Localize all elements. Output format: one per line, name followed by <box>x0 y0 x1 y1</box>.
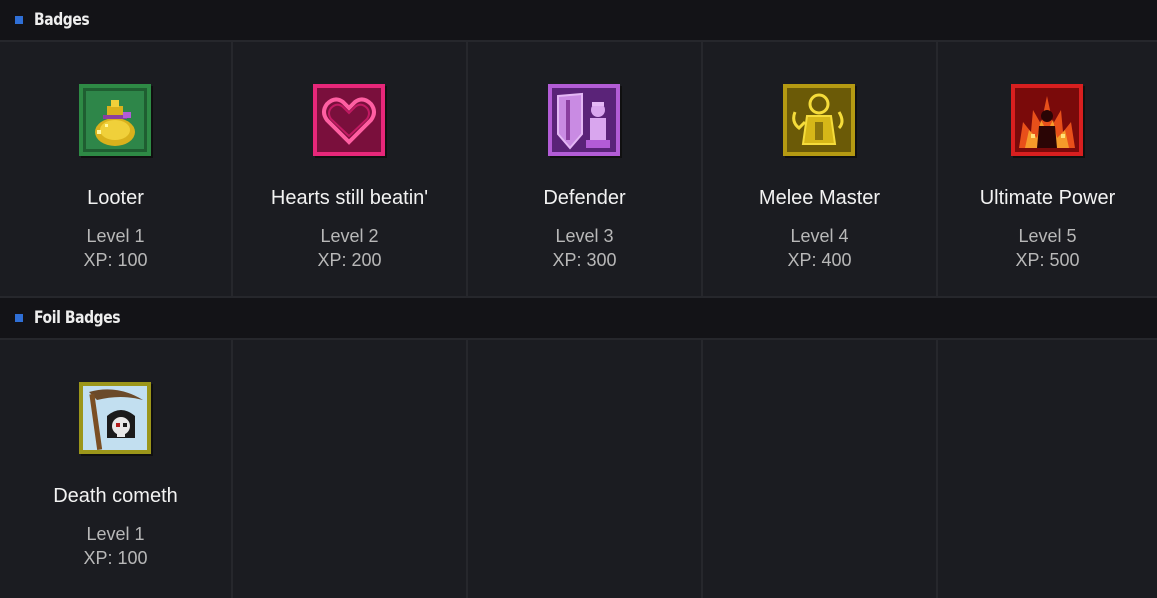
badge-xp: XP: 100 <box>83 548 148 568</box>
badge-card-defender[interactable]: Defender Level 3 XP: 300 <box>468 42 703 296</box>
badge-name: Death cometh <box>53 485 178 507</box>
section-title: Badges <box>34 10 90 30</box>
badge-level: Level 2 <box>320 226 379 246</box>
skull-scythe-icon <box>77 380 155 458</box>
section-marker-icon <box>15 16 23 24</box>
badge-name: Hearts still beatin' <box>270 187 429 209</box>
shield-knight-icon <box>546 82 624 160</box>
badge-card-hearts-still-beatin[interactable]: Hearts still beatin' Level 2 XP: 200 <box>233 42 468 296</box>
badge-name: Ultimate Power <box>979 187 1116 209</box>
empty-badge-slot <box>468 340 703 598</box>
empty-badge-slot <box>938 340 1157 598</box>
section-title: Foil Badges <box>34 308 121 328</box>
badge-level: Level 1 <box>86 524 145 544</box>
badge-xp: XP: 300 <box>552 250 617 270</box>
badge-name: Looter <box>87 187 144 209</box>
fire-power-icon <box>1009 82 1087 160</box>
foil-badges-section-header: Foil Badges <box>0 298 1157 340</box>
badge-card-ultimate-power[interactable]: Ultimate Power Level 5 XP: 500 <box>938 42 1157 296</box>
loot-bag-icon <box>77 82 155 160</box>
badge-name: Melee Master <box>758 187 881 209</box>
badges-row: Looter Level 1 XP: 100 Hearts still beat… <box>0 42 1157 298</box>
section-marker-icon <box>15 314 23 322</box>
badge-level: Level 4 <box>790 226 849 246</box>
badge-level: Level 1 <box>86 226 145 246</box>
badge-xp: XP: 100 <box>83 250 148 270</box>
badge-level: Level 3 <box>555 226 614 246</box>
badge-xp: XP: 400 <box>787 250 852 270</box>
badge-xp: XP: 200 <box>317 250 382 270</box>
badge-card-looter[interactable]: Looter Level 1 XP: 100 <box>0 42 233 296</box>
badge-card-death-cometh[interactable]: Death cometh Level 1 XP: 100 <box>0 340 233 598</box>
fist-warrior-icon <box>781 82 859 160</box>
empty-badge-slot <box>703 340 938 598</box>
badge-card-melee-master[interactable]: Melee Master Level 4 XP: 400 <box>703 42 938 296</box>
badge-level: Level 5 <box>1018 226 1077 246</box>
badge-xp: XP: 500 <box>1015 250 1080 270</box>
foil-badges-row: Death cometh Level 1 XP: 100 <box>0 340 1157 598</box>
empty-badge-slot <box>233 340 468 598</box>
badge-name: Defender <box>543 187 626 209</box>
badges-section-header: Badges <box>0 0 1157 42</box>
heart-icon <box>311 82 389 160</box>
